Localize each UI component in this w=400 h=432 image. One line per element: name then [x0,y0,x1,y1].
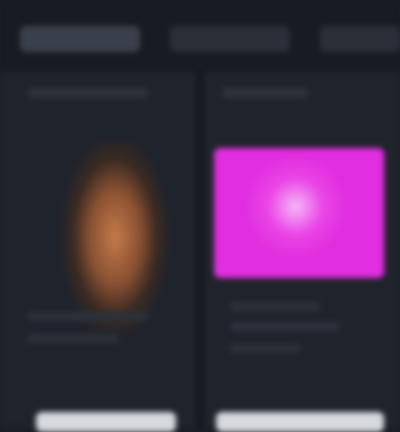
tab-third[interactable] [320,26,400,52]
right-action-button[interactable] [216,412,384,432]
left-action-button[interactable] [36,412,176,432]
left-panel-title [28,88,148,98]
top-tab-bar [0,0,400,72]
right-text-line [230,322,340,331]
portrait-thumbnail[interactable] [38,142,178,332]
tab-second[interactable] [170,26,290,52]
panel-divider [196,72,204,427]
left-text-line [28,334,118,343]
right-panel-title [222,88,308,98]
left-panel [0,72,196,432]
tab-first[interactable] [20,26,140,52]
left-text-line [28,312,148,321]
right-text-line [230,302,320,311]
right-text-line [230,344,300,353]
magenta-thumbnail[interactable] [214,148,384,278]
right-panel [204,72,400,432]
